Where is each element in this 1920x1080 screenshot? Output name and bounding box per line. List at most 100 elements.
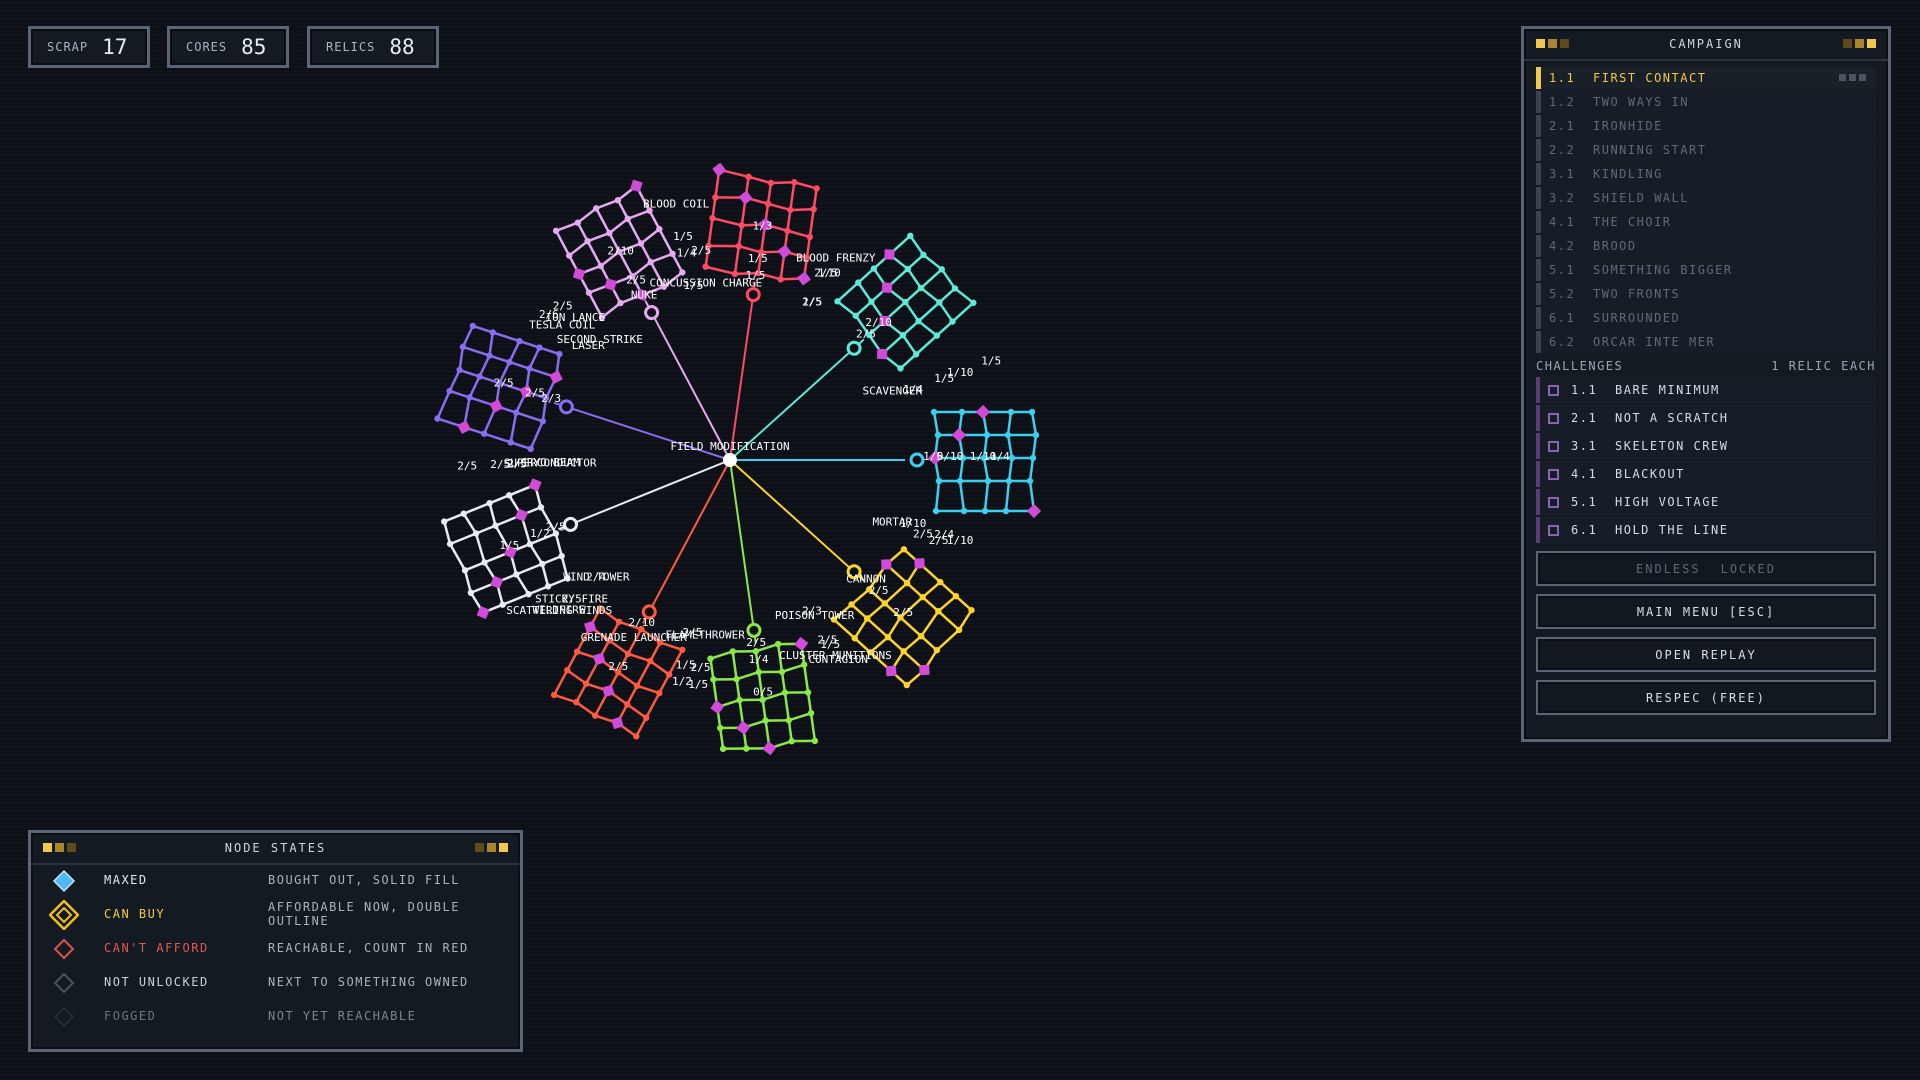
challenge-row[interactable]: 2.1 NOT A SCRATCH — [1536, 405, 1876, 431]
mission-row[interactable]: 2.2 RUNNING START — [1536, 139, 1876, 161]
keystone-node[interactable] — [489, 399, 503, 413]
skill-node[interactable] — [544, 582, 552, 590]
skill-node[interactable] — [550, 691, 559, 700]
keystone-node[interactable] — [712, 162, 727, 177]
keystone-node[interactable] — [549, 370, 563, 384]
skill-node[interactable] — [764, 200, 772, 207]
skill-node[interactable] — [778, 668, 786, 676]
main-menu-button[interactable]: MAIN MENU [ESC] — [1536, 594, 1876, 629]
skill-node[interactable] — [983, 431, 991, 439]
skill-node[interactable] — [1005, 477, 1013, 485]
skill-node[interactable] — [709, 215, 716, 222]
keystone-node[interactable] — [710, 700, 725, 715]
skill-node[interactable] — [459, 343, 467, 351]
skill-node[interactable] — [777, 276, 784, 283]
skill-node[interactable] — [573, 647, 582, 656]
skill-node[interactable] — [1002, 507, 1010, 515]
skill-node[interactable] — [781, 689, 789, 696]
mission-row[interactable]: 5.2 TWO FRONTS — [1536, 283, 1876, 305]
skill-node[interactable] — [784, 227, 791, 234]
skill-node[interactable] — [433, 415, 441, 423]
skill-node[interactable] — [668, 250, 677, 259]
skill-node[interactable] — [958, 408, 966, 416]
branch-root-node[interactable] — [746, 622, 762, 638]
keystone-node[interactable] — [876, 348, 888, 360]
skill-node[interactable] — [719, 745, 727, 752]
keystone-node[interactable] — [457, 420, 471, 434]
challenge-row[interactable]: 1.1 BARE MINIMUM — [1536, 377, 1876, 403]
skill-node[interactable] — [485, 352, 493, 360]
skill-node[interactable] — [507, 438, 515, 446]
keystone-node[interactable] — [1026, 503, 1042, 519]
keystone-node[interactable] — [490, 575, 504, 589]
skill-node[interactable] — [960, 507, 968, 515]
keystone-node[interactable] — [476, 606, 490, 620]
skill-node[interactable] — [525, 365, 533, 373]
skill-node[interactable] — [930, 408, 938, 416]
skill-node[interactable] — [806, 233, 814, 241]
skill-node[interactable] — [801, 661, 808, 668]
mission-row[interactable]: 5.1 SOMETHING BIGGER — [1536, 259, 1876, 281]
keystone-node[interactable] — [762, 741, 777, 756]
keystone-node[interactable] — [796, 271, 811, 286]
branch-root-node[interactable] — [745, 287, 761, 303]
keystone-node[interactable] — [738, 190, 753, 205]
skill-node[interactable] — [712, 194, 719, 201]
skill-node[interactable] — [1032, 431, 1040, 439]
keystone-node[interactable] — [884, 249, 895, 260]
skill-node[interactable] — [934, 431, 942, 439]
skill-node[interactable] — [585, 288, 594, 297]
skill-node[interactable] — [738, 222, 745, 229]
skill-node[interactable] — [486, 499, 494, 507]
skill-node[interactable] — [480, 430, 488, 438]
skill-node[interactable] — [762, 717, 769, 724]
skill-node[interactable] — [446, 387, 454, 395]
skill-node[interactable] — [539, 417, 547, 425]
skill-node[interactable] — [804, 689, 812, 696]
skill-node[interactable] — [774, 640, 782, 648]
skill-node[interactable] — [791, 179, 798, 186]
mission-row[interactable]: 1.1 FIRST CONTACT — [1536, 67, 1876, 89]
skill-node[interactable] — [813, 185, 820, 192]
skill-tree[interactable]: 1/5 1/5 1/5 1/4 1/5 1/5 1/5 1/3 BLOOD FRENZY BLOO… — [0, 0, 1500, 820]
skill-node[interactable] — [788, 737, 795, 745]
skill-node[interactable] — [552, 227, 561, 236]
respec-button[interactable]: RESPEC (FREE) — [1536, 680, 1876, 715]
skill-node[interactable] — [456, 366, 464, 374]
branch-root-node[interactable] — [643, 304, 660, 321]
mission-row[interactable]: 4.1 THE CHOIR — [1536, 211, 1876, 233]
skill-node[interactable] — [932, 507, 940, 515]
keystone-node[interactable] — [919, 664, 930, 676]
endless-button[interactable]: ENDLESS LOCKED — [1536, 551, 1876, 586]
challenge-row[interactable]: 5.1 HIGH VOLTAGE — [1536, 489, 1876, 515]
keystone-node[interactable] — [528, 478, 542, 492]
skill-node[interactable] — [1029, 454, 1037, 462]
skill-node[interactable] — [702, 263, 709, 270]
skill-node[interactable] — [755, 668, 762, 676]
center-node[interactable] — [723, 453, 737, 467]
mission-row[interactable]: 4.2 BROOD — [1536, 235, 1876, 257]
skill-node[interactable] — [733, 676, 740, 683]
keystone-node[interactable] — [514, 508, 529, 522]
mission-row[interactable]: 1.2 TWO WAYS IN — [1536, 91, 1876, 113]
challenge-row[interactable]: 4.1 BLACKOUT — [1536, 461, 1876, 487]
skill-node[interactable] — [489, 328, 497, 336]
skill-node[interactable] — [743, 745, 750, 752]
skill-node[interactable] — [558, 552, 566, 560]
skill-node[interactable] — [469, 322, 477, 330]
mission-row[interactable]: 6.2 ORCAR INTE MER — [1536, 331, 1876, 353]
skill-node[interactable] — [655, 689, 664, 698]
keystone-node[interactable] — [885, 665, 897, 677]
skill-node[interactable] — [729, 648, 736, 655]
skill-node[interactable] — [1007, 408, 1015, 416]
skill-node[interactable] — [555, 350, 563, 358]
challenge-row[interactable]: 3.1 SKELETON CREW — [1536, 433, 1876, 459]
skill-node[interactable] — [735, 242, 743, 250]
skill-node[interactable] — [956, 477, 964, 485]
keystone-node[interactable] — [914, 558, 925, 569]
skill-node[interactable] — [1028, 408, 1036, 416]
keystone-node[interactable] — [881, 282, 893, 293]
skill-node[interactable] — [984, 477, 992, 485]
skill-node[interactable] — [535, 344, 543, 352]
skill-node[interactable] — [527, 445, 535, 453]
